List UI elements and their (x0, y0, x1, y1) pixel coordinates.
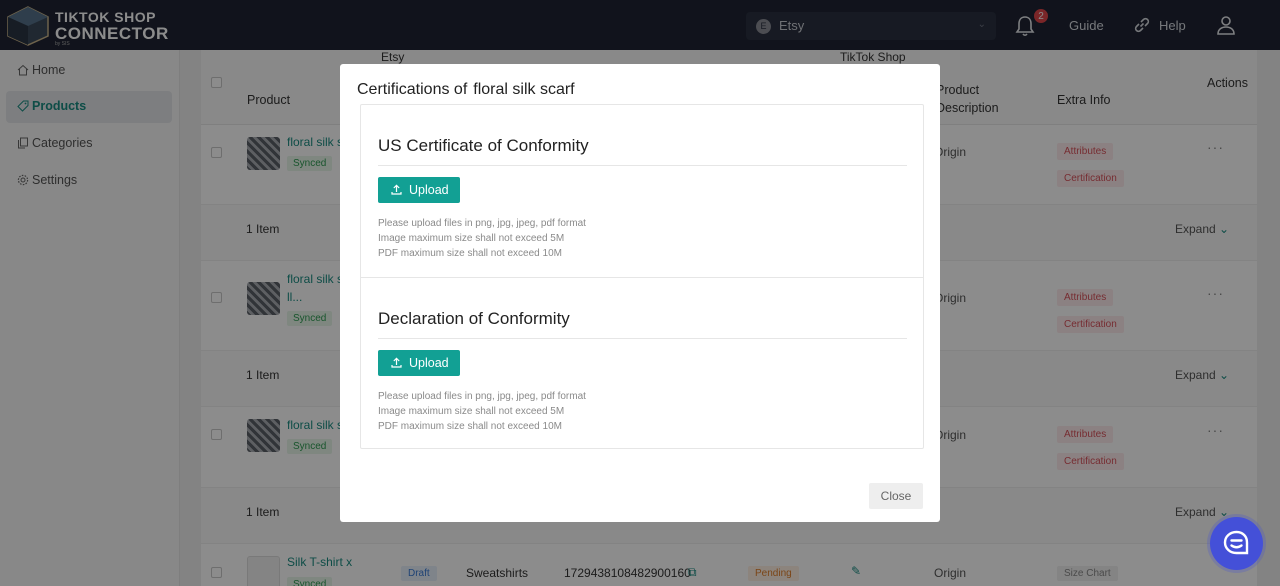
modal-product-name: floral silk scarf (473, 81, 575, 98)
upload-hint: Image maximum size shall not exceed 5M (378, 406, 565, 417)
close-button[interactable]: Close (869, 483, 923, 509)
upload-button[interactable]: Upload (378, 350, 460, 376)
modal-title: Certifications of floral silk scarf (357, 81, 575, 99)
divider (378, 338, 907, 339)
upload-button[interactable]: Upload (378, 177, 460, 203)
divider (378, 165, 907, 166)
upload-icon (391, 357, 402, 368)
certificate-section: US Certificate of Conformity Upload Plea… (361, 105, 923, 277)
upload-hint: Please upload files in png, jpg, jpeg, p… (378, 391, 586, 402)
upload-icon (391, 184, 402, 195)
chat-widget-button[interactable] (1210, 517, 1263, 570)
upload-hint: Please upload files in png, jpg, jpeg, p… (378, 218, 586, 229)
upload-hint: Image maximum size shall not exceed 5M (378, 233, 565, 244)
certificate-section: Declaration of Conformity Upload Please … (361, 277, 923, 449)
certificate-heading: Declaration of Conformity (378, 309, 570, 328)
upload-hint: PDF maximum size shall not exceed 10M (378, 421, 562, 432)
certifications-list: US Certificate of Conformity Upload Plea… (360, 104, 924, 449)
certifications-modal: Certifications of floral silk scarf US Ce… (340, 64, 940, 522)
upload-label: Upload (409, 183, 449, 197)
chat-icon (1223, 530, 1249, 555)
upload-label: Upload (409, 356, 449, 370)
modal-title-prefix: Certifications of (357, 81, 468, 98)
upload-hint: PDF maximum size shall not exceed 10M (378, 248, 562, 259)
certificate-heading: US Certificate of Conformity (378, 136, 589, 155)
